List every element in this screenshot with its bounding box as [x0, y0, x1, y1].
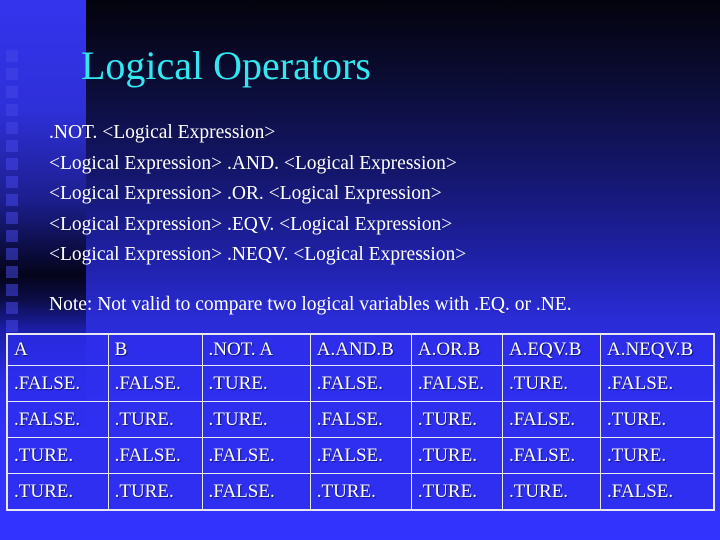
table-cell: .TURE.	[6, 437, 109, 474]
syntax-line-eqv: <Logical Expression> .EQV. <Logical Expr…	[49, 213, 453, 235]
table-cell: .FALSE.	[309, 437, 412, 474]
decorative-square	[6, 122, 18, 134]
syntax-line-and: <Logical Expression> .AND. <Logical Expr…	[49, 152, 457, 174]
decorative-square	[6, 86, 18, 98]
decorative-square	[6, 266, 18, 278]
table-cell: .FALSE.	[201, 473, 311, 511]
table-cell: .FALSE.	[107, 437, 203, 474]
table-row: .FALSE. .TURE. .TURE. .FALSE. .TURE. .FA…	[6, 401, 715, 438]
decorative-square	[6, 230, 18, 242]
syntax-line-neqv: <Logical Expression> .NEQV. <Logical Exp…	[49, 244, 467, 265]
table-cell: .TURE.	[201, 365, 311, 402]
table-cell: .TURE.	[501, 365, 601, 402]
table-cell: .FALSE.	[107, 365, 203, 402]
syntax-line-not: .NOT. <Logical Expression>	[49, 122, 276, 143]
column-header: B	[107, 333, 203, 366]
decorative-square	[6, 50, 18, 62]
table-cell: .TURE.	[410, 473, 503, 511]
column-header: A.EQV.B	[501, 333, 601, 366]
decorative-square	[6, 284, 18, 296]
table-row: .FALSE. .FALSE. .TURE. .FALSE. .FALSE. .…	[6, 365, 715, 402]
table-cell: .FALSE.	[599, 365, 715, 402]
note-text: Note: Not valid to compare two logical v…	[49, 294, 572, 315]
table-cell: .TURE.	[501, 473, 601, 511]
column-header: A.OR.B	[410, 333, 503, 366]
table-cell: .FALSE.	[6, 401, 109, 438]
slide-title: Logical Operators	[81, 43, 371, 88]
table-cell: .TURE.	[410, 401, 503, 438]
table-cell: .FALSE.	[309, 365, 412, 402]
decorative-square	[6, 140, 18, 152]
table-cell: .TURE.	[599, 437, 715, 474]
decorative-square	[6, 176, 18, 188]
table-cell: .FALSE.	[410, 365, 503, 402]
decorative-square	[6, 320, 18, 332]
decorative-square	[6, 194, 18, 206]
decorative-square	[6, 104, 18, 116]
table-cell: .FALSE.	[599, 473, 715, 511]
table-cell: .TURE.	[309, 473, 412, 511]
table-cell: .FALSE.	[309, 401, 412, 438]
truth-table: A B .NOT. A A.AND.B A.OR.B A.EQV.B A.NEQ…	[6, 333, 715, 511]
decorative-square	[6, 68, 18, 80]
decorative-square	[6, 248, 18, 260]
table-cell: .FALSE.	[501, 437, 601, 474]
column-header: A.NEQV.B	[599, 333, 715, 366]
decorative-square	[6, 302, 18, 314]
table-row: .TURE. .TURE. .FALSE. .TURE. .TURE. .TUR…	[6, 473, 715, 511]
table-row: .TURE. .FALSE. .FALSE. .FALSE. .TURE. .F…	[6, 437, 715, 474]
table-header-row: A B .NOT. A A.AND.B A.OR.B A.EQV.B A.NEQ…	[6, 333, 715, 366]
column-header: A.AND.B	[309, 333, 412, 366]
column-header: .NOT. A	[201, 333, 311, 366]
table-cell: .TURE.	[107, 473, 203, 511]
decorative-square	[6, 158, 18, 170]
table-cell: .FALSE.	[201, 437, 311, 474]
table-cell: .TURE.	[6, 473, 109, 511]
table-cell: .TURE.	[201, 401, 311, 438]
table-cell: .FALSE.	[6, 365, 109, 402]
table-cell: .TURE.	[410, 437, 503, 474]
syntax-list: .NOT. <Logical Expression> <Logical Expr…	[49, 118, 466, 271]
table-cell: .TURE.	[107, 401, 203, 438]
table-cell: .TURE.	[599, 401, 715, 438]
syntax-line-or: <Logical Expression> .OR. <Logical Expre…	[49, 183, 442, 204]
table-cell: .FALSE.	[501, 401, 601, 438]
decorative-square	[6, 212, 18, 224]
column-header: A	[6, 333, 109, 366]
